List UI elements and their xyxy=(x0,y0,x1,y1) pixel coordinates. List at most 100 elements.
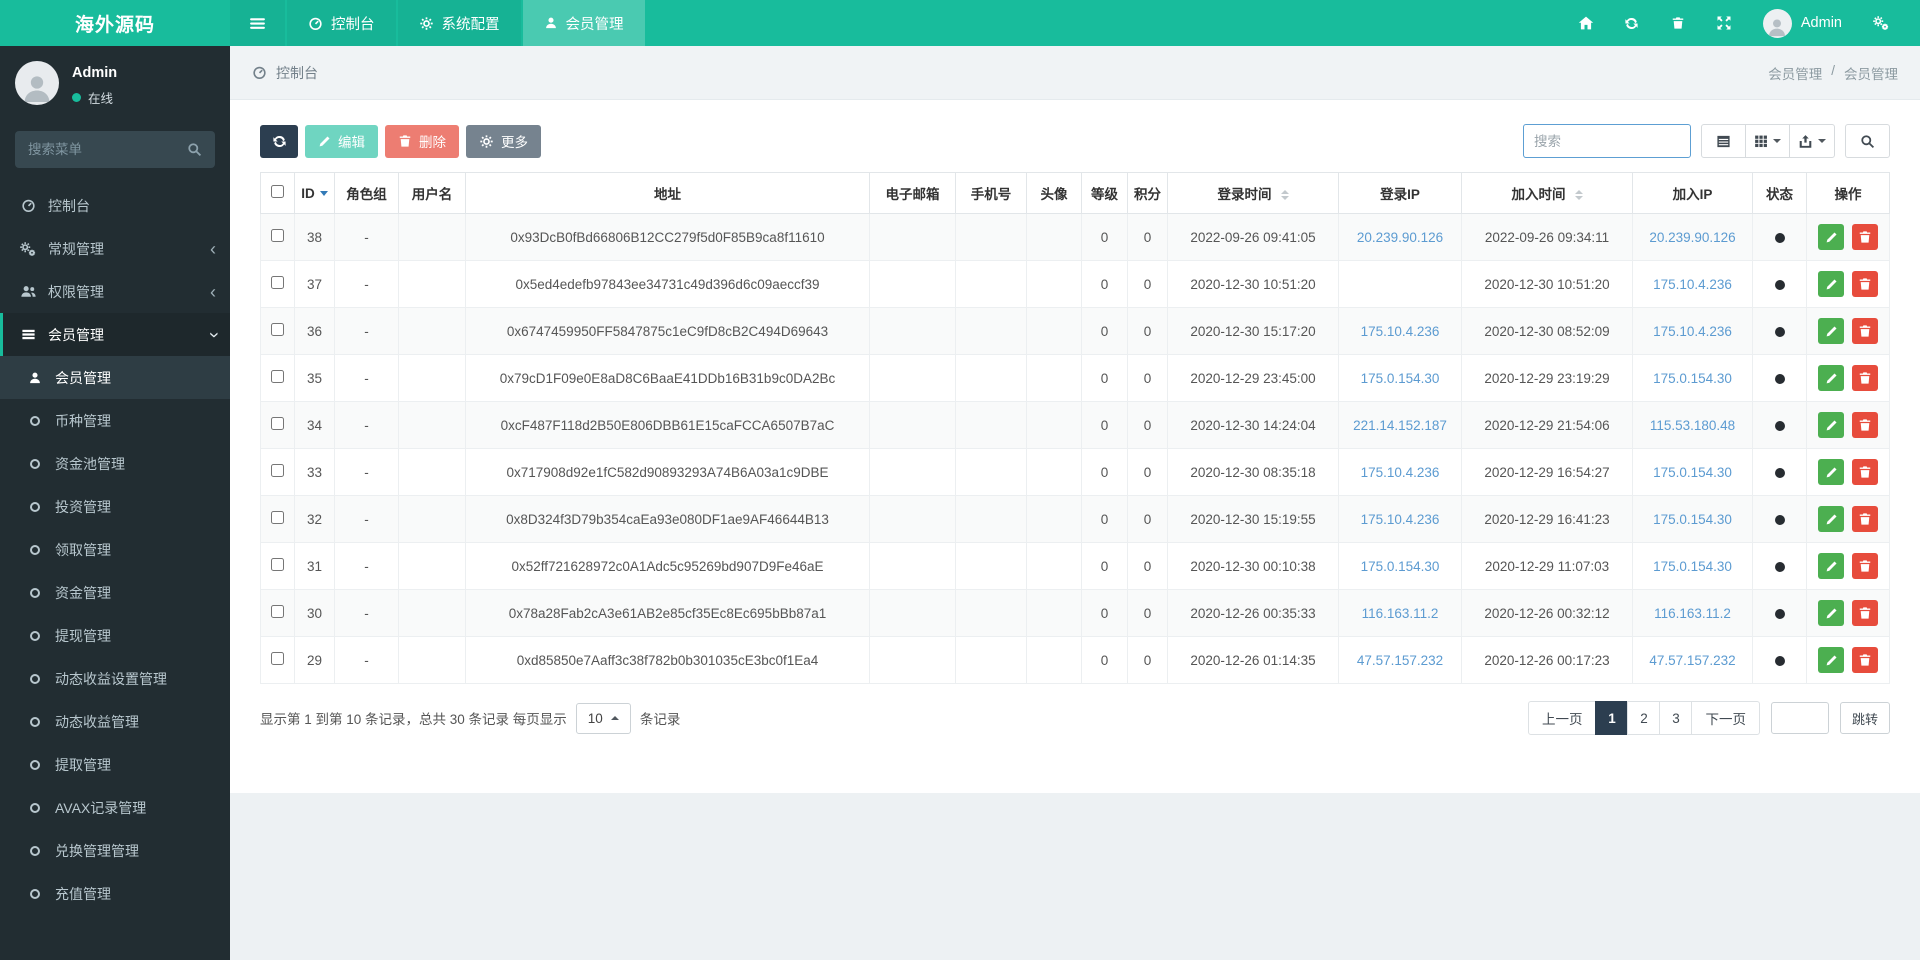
login-ip-link[interactable]: 175.0.154.30 xyxy=(1361,371,1440,386)
page-button-1[interactable]: 1 xyxy=(1595,701,1628,735)
expand-icon[interactable] xyxy=(1701,0,1747,46)
nav-tab-members[interactable]: 会员管理 xyxy=(523,0,645,46)
sidebar-item-11[interactable]: 动态收益设置管理 xyxy=(0,657,230,700)
row-edit-button[interactable] xyxy=(1818,224,1844,250)
login-ip-link[interactable]: 175.10.4.236 xyxy=(1361,512,1440,527)
row-checkbox[interactable] xyxy=(271,276,284,289)
breadcrumb[interactable]: 控制台 xyxy=(276,63,318,83)
edit-button[interactable]: 编辑 xyxy=(305,125,378,158)
login-ip-link[interactable]: 47.57.157.232 xyxy=(1357,653,1443,668)
prev-page-button[interactable]: 上一页 xyxy=(1528,701,1597,735)
sidebar-item-1[interactable]: 常规管理‹ xyxy=(0,227,230,270)
row-delete-button[interactable] xyxy=(1852,459,1878,485)
delete-button[interactable]: 删除 xyxy=(385,125,459,158)
join-ip-link[interactable]: 20.239.90.126 xyxy=(1649,230,1735,245)
more-button[interactable]: 更多 xyxy=(466,125,541,158)
export-button[interactable] xyxy=(1789,124,1835,158)
row-checkbox[interactable] xyxy=(271,229,284,242)
sidebar-item-14[interactable]: AVAX记录管理 xyxy=(0,786,230,829)
sidebar-search-input[interactable] xyxy=(28,142,173,157)
breadcrumb-parent[interactable]: 会员管理 xyxy=(1768,63,1822,83)
login-ip-link[interactable]: 221.14.152.187 xyxy=(1353,418,1447,433)
join-ip-link[interactable]: 175.0.154.30 xyxy=(1653,465,1732,480)
next-page-button[interactable]: 下一页 xyxy=(1691,701,1760,735)
login-ip-link[interactable]: 175.0.154.30 xyxy=(1361,559,1440,574)
sidebar-item-5[interactable]: 币种管理 xyxy=(0,399,230,442)
join-ip-link[interactable]: 116.163.11.2 xyxy=(1654,606,1731,621)
join-ip-link[interactable]: 175.0.154.30 xyxy=(1653,371,1732,386)
page-size-select[interactable]: 10 xyxy=(576,703,631,734)
refresh-icon[interactable] xyxy=(1609,0,1655,46)
sidebar-item-12[interactable]: 动态收益管理 xyxy=(0,700,230,743)
jump-page-input[interactable] xyxy=(1771,702,1829,734)
row-delete-button[interactable] xyxy=(1852,553,1878,579)
sidebar-item-3[interactable]: 会员管理‹ xyxy=(0,313,230,356)
row-checkbox[interactable] xyxy=(271,323,284,336)
login-ip-link[interactable]: 116.163.11.2 xyxy=(1362,606,1439,621)
row-edit-button[interactable] xyxy=(1818,553,1844,579)
toggle-view-button[interactable] xyxy=(1701,124,1746,158)
sidebar-item-4[interactable]: 会员管理 xyxy=(0,356,230,399)
row-delete-button[interactable] xyxy=(1852,271,1878,297)
row-checkbox[interactable] xyxy=(271,417,284,430)
gears-icon[interactable] xyxy=(1858,0,1904,46)
row-edit-button[interactable] xyxy=(1818,271,1844,297)
home-icon[interactable] xyxy=(1563,0,1609,46)
nav-tab-dashboard[interactable]: 控制台 xyxy=(287,0,396,46)
row-edit-button[interactable] xyxy=(1818,600,1844,626)
sidebar-item-16[interactable]: 充值管理 xyxy=(0,872,230,915)
header-login-time[interactable]: 登录时间 xyxy=(1168,173,1339,214)
sidebar-item-8[interactable]: 领取管理 xyxy=(0,528,230,571)
sidebar-item-9[interactable]: 资金管理 xyxy=(0,571,230,614)
row-checkbox[interactable] xyxy=(271,605,284,618)
row-checkbox[interactable] xyxy=(271,511,284,524)
row-checkbox[interactable] xyxy=(271,558,284,571)
login-ip-link[interactable]: 20.239.90.126 xyxy=(1357,230,1443,245)
sidebar-toggle-button[interactable] xyxy=(230,0,285,46)
jump-button[interactable]: 跳转 xyxy=(1840,702,1890,734)
search-icon[interactable] xyxy=(187,142,202,157)
sidebar-item-10[interactable]: 提现管理 xyxy=(0,614,230,657)
sidebar-item-2[interactable]: 权限管理‹ xyxy=(0,270,230,313)
join-ip-link[interactable]: 175.10.4.236 xyxy=(1653,277,1732,292)
refresh-button[interactable] xyxy=(260,125,298,158)
nav-tab-system-config[interactable]: 系统配置 xyxy=(398,0,521,46)
row-checkbox[interactable] xyxy=(271,370,284,383)
join-ip-link[interactable]: 175.0.154.30 xyxy=(1653,512,1732,527)
row-delete-button[interactable] xyxy=(1852,647,1878,673)
sidebar-item-13[interactable]: 提取管理 xyxy=(0,743,230,786)
user-menu[interactable]: Admin xyxy=(1747,9,1858,38)
row-delete-button[interactable] xyxy=(1852,224,1878,250)
login-ip-link[interactable]: 175.10.4.236 xyxy=(1361,465,1440,480)
row-delete-button[interactable] xyxy=(1852,365,1878,391)
row-edit-button[interactable] xyxy=(1818,506,1844,532)
select-all-checkbox[interactable] xyxy=(271,185,284,198)
header-id[interactable]: ID xyxy=(295,173,335,214)
row-delete-button[interactable] xyxy=(1852,318,1878,344)
row-checkbox[interactable] xyxy=(271,464,284,477)
row-edit-button[interactable] xyxy=(1818,412,1844,438)
row-edit-button[interactable] xyxy=(1818,365,1844,391)
row-checkbox[interactable] xyxy=(271,652,284,665)
join-ip-link[interactable]: 47.57.157.232 xyxy=(1649,653,1735,668)
page-button-3[interactable]: 3 xyxy=(1659,701,1692,735)
row-delete-button[interactable] xyxy=(1852,412,1878,438)
sidebar-item-15[interactable]: 兑换管理管理 xyxy=(0,829,230,872)
sidebar-item-7[interactable]: 投资管理 xyxy=(0,485,230,528)
sidebar-item-6[interactable]: 资金池管理 xyxy=(0,442,230,485)
row-edit-button[interactable] xyxy=(1818,318,1844,344)
join-ip-link[interactable]: 175.0.154.30 xyxy=(1653,559,1732,574)
brand-logo[interactable]: 海外源码 xyxy=(0,0,230,46)
row-edit-button[interactable] xyxy=(1818,647,1844,673)
row-delete-button[interactable] xyxy=(1852,600,1878,626)
columns-button[interactable] xyxy=(1745,124,1790,158)
page-button-2[interactable]: 2 xyxy=(1627,701,1660,735)
header-join-time[interactable]: 加入时间 xyxy=(1462,173,1633,214)
trash-icon[interactable] xyxy=(1655,0,1701,46)
table-search-input[interactable] xyxy=(1523,124,1691,158)
join-ip-link[interactable]: 115.53.180.48 xyxy=(1650,418,1735,433)
join-ip-link[interactable]: 175.10.4.236 xyxy=(1653,324,1732,339)
row-delete-button[interactable] xyxy=(1852,506,1878,532)
login-ip-link[interactable]: 175.10.4.236 xyxy=(1361,324,1440,339)
search-button[interactable] xyxy=(1845,124,1890,158)
